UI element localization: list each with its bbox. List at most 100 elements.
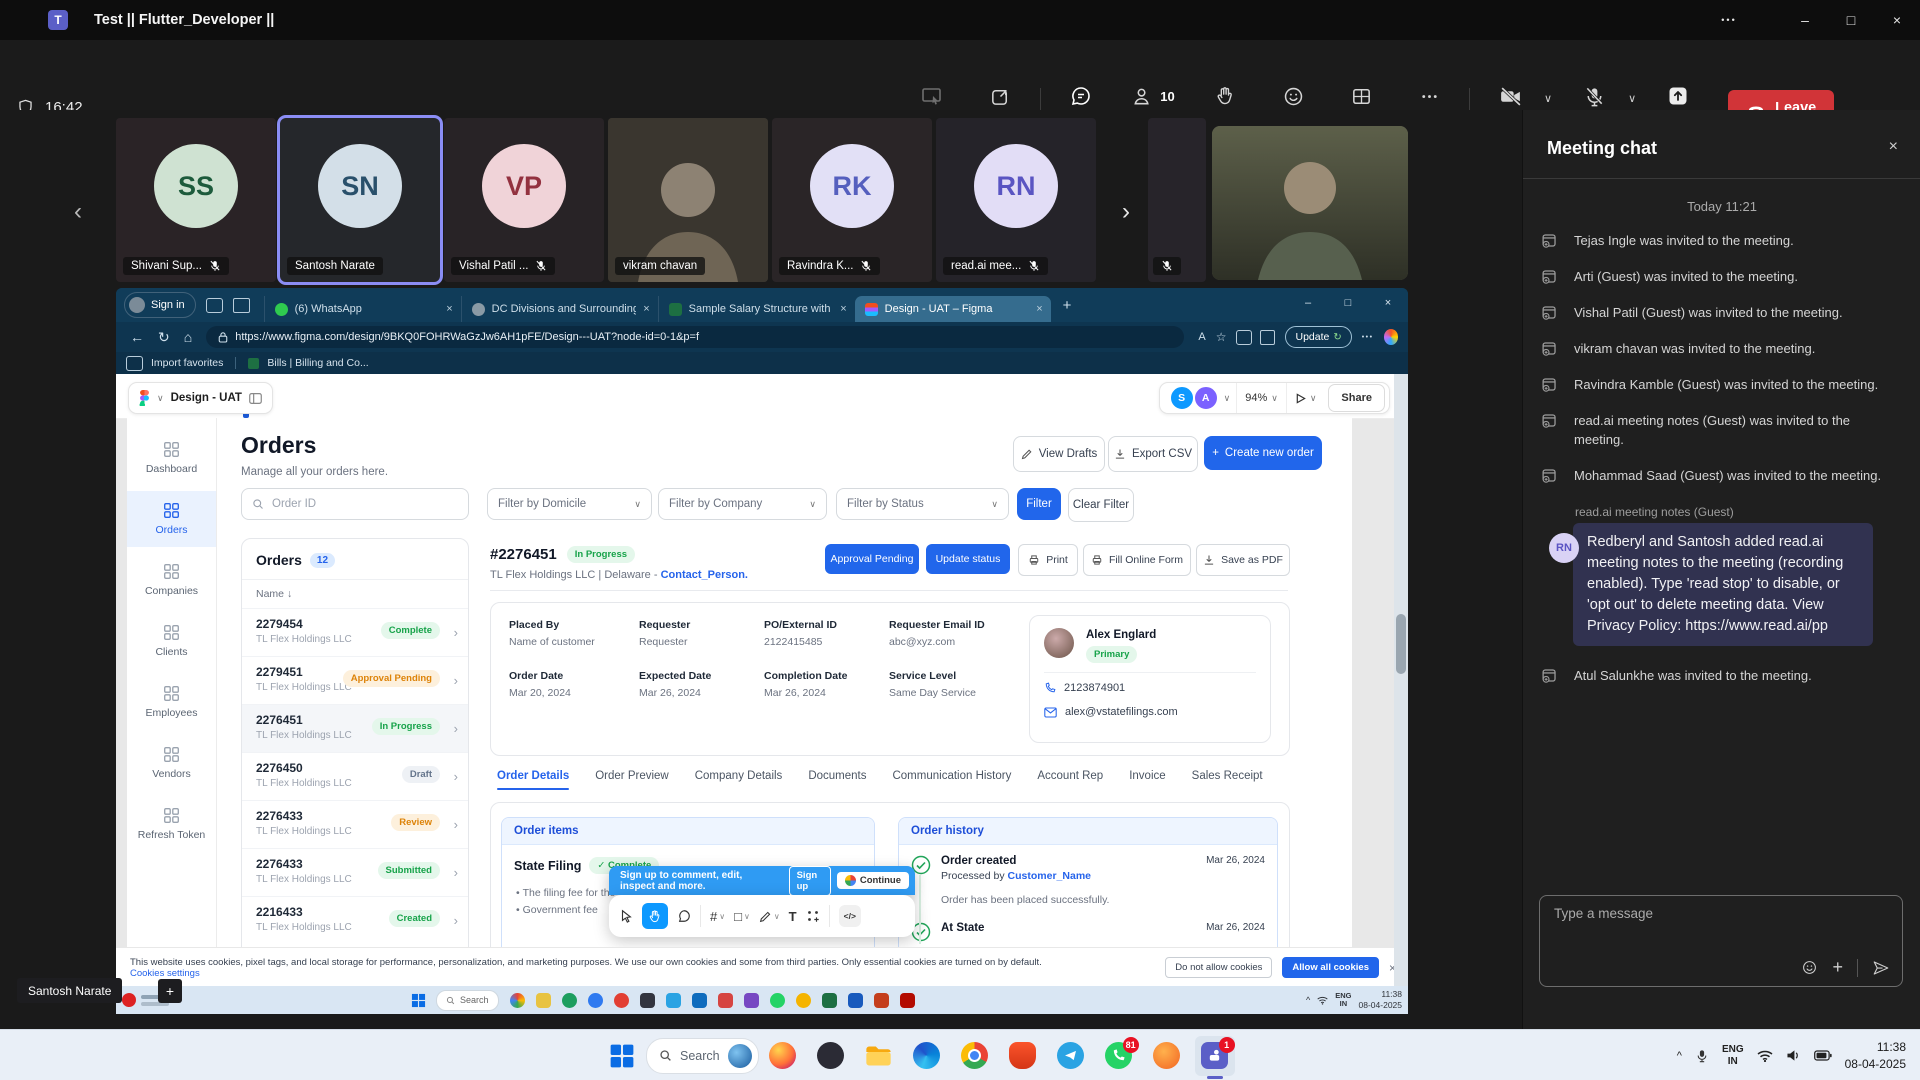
refresh-icon[interactable]: ↻ (158, 329, 170, 346)
home-icon[interactable]: ⌂ (184, 329, 192, 345)
file-explorer-icon[interactable] (859, 1036, 899, 1076)
pinned-app-icon[interactable] (900, 993, 915, 1008)
sidebar-item[interactable]: Vendors (127, 735, 216, 791)
participant-tile[interactable]: RN read.ai mee... (936, 118, 1096, 282)
pinned-app-icon[interactable] (848, 993, 863, 1008)
tiles-next-chevron[interactable]: › (1122, 198, 1130, 226)
collaborator-avatar[interactable]: S (1170, 386, 1194, 410)
avatars-chevron[interactable]: ∨ (1224, 393, 1231, 404)
read-aloud-icon[interactable]: A (1198, 331, 1205, 343)
dark-app-icon[interactable] (811, 1036, 851, 1076)
whatsapp-icon[interactable]: 81 (1099, 1036, 1139, 1076)
print-button[interactable]: Print (1018, 544, 1078, 576)
tray-chevron-icon[interactable]: ^ (1306, 995, 1310, 1005)
new-tab-button[interactable]: + (1063, 297, 1072, 314)
camera-options-chevron[interactable]: ∨ (1544, 92, 1552, 105)
shape-tool-icon[interactable]: □∨ (734, 909, 750, 924)
pinned-app-icon[interactable] (614, 993, 629, 1008)
browser-tab[interactable]: (6) WhatsApp × (264, 296, 461, 322)
tray-expand-chevron[interactable]: ^ (1677, 1050, 1682, 1062)
sidebar-item[interactable]: Companies (127, 552, 216, 608)
workspaces-icon[interactable] (206, 298, 223, 313)
shared-language-indicator[interactable]: ENGIN (1335, 992, 1351, 1009)
participant-tile[interactable]: SN Santosh Narate (280, 118, 440, 282)
tab-close-icon[interactable]: × (643, 303, 649, 315)
detail-tab[interactable]: Account Rep (1037, 770, 1103, 790)
bookmark-label[interactable]: Bills | Billing and Co... (267, 357, 368, 369)
sidebar-item[interactable]: Dashboard (127, 430, 216, 486)
order-id-search[interactable]: Order ID (241, 488, 469, 520)
order-row[interactable]: 2216433 TL Flex Holdings LLC Created › (242, 896, 468, 944)
maximize-button[interactable]: □ (1828, 0, 1874, 40)
figma-share-button[interactable]: Share (1328, 384, 1385, 412)
browser-update-button[interactable]: Update ↻ (1285, 326, 1351, 348)
pinned-app-icon[interactable] (718, 993, 733, 1008)
browser-close[interactable]: × (1368, 288, 1408, 318)
view-drafts-button[interactable]: View Drafts (1013, 436, 1105, 472)
contact-email[interactable]: alex@vstatefilings.com (1065, 706, 1178, 718)
pinned-app-icon[interactable] (692, 993, 707, 1008)
text-tool-icon[interactable]: T (789, 909, 797, 924)
collaborator-avatar[interactable]: A (1194, 386, 1218, 410)
scrollbar-thumb[interactable] (1396, 614, 1406, 674)
detail-tab[interactable]: Documents (808, 770, 866, 790)
url-field[interactable]: https://www.figma.com/design/9BKQ0FOHRWa… (206, 326, 1184, 348)
participant-tile-overflow[interactable] (1148, 118, 1206, 282)
browser-profile-button[interactable]: Sign in (124, 292, 196, 318)
favorite-star-icon[interactable]: ☆ (1216, 330, 1227, 344)
presenter-add-button[interactable]: + (158, 979, 182, 1003)
pinned-app-icon[interactable] (874, 993, 889, 1008)
copilot-icon[interactable] (1384, 329, 1398, 345)
settings-more-icon[interactable]: ••• (1362, 334, 1374, 341)
participant-tile[interactable]: RK Ravindra K... (772, 118, 932, 282)
contact-phone[interactable]: 2123874901 (1064, 682, 1125, 694)
chat-close-icon[interactable]: × (1889, 138, 1898, 156)
order-row[interactable]: 2276450 TL Flex Holdings LLC Draft › (242, 752, 468, 800)
sidebar-item[interactable]: Employees (127, 674, 216, 730)
order-row[interactable]: 2276433 TL Flex Holdings LLC Submitted › (242, 848, 468, 896)
taskbar-clock[interactable]: 11:38 08-04-2025 (1845, 1039, 1906, 1071)
spotlight-photo-tile[interactable] (1212, 126, 1408, 280)
pinned-app-icon[interactable] (822, 993, 837, 1008)
order-row[interactable]: 2279451 TL Flex Holdings LLC Approval Pe… (242, 656, 468, 704)
browser-minimize[interactable]: – (1288, 288, 1328, 318)
shared-search-box[interactable]: Search (436, 990, 499, 1011)
pinned-app-icon[interactable] (666, 993, 681, 1008)
pinned-app-icon[interactable] (588, 993, 603, 1008)
pinned-app-icon[interactable] (770, 993, 785, 1008)
emoji-icon[interactable] (1801, 959, 1818, 976)
language-indicator[interactable]: ENG IN (1722, 1044, 1744, 1067)
save-as-pdf-button[interactable]: Save as PDF (1196, 544, 1290, 576)
teams-icon[interactable]: 1 (1195, 1036, 1235, 1076)
filter-domicile-select[interactable]: Filter by Domicile∨ (487, 488, 652, 520)
tab-close-icon[interactable]: × (840, 303, 846, 315)
zoom-select[interactable]: 94% ∨ (1236, 383, 1287, 413)
sidebar-item[interactable]: Refresh Token (127, 796, 216, 852)
import-favorites-label[interactable]: Import favorites (151, 357, 223, 369)
pinned-app-icon[interactable] (562, 993, 577, 1008)
pinned-app-icon[interactable] (640, 993, 655, 1008)
order-row[interactable]: 2276451 TL Flex Holdings LLC In Progress… (242, 704, 468, 752)
clear-filter-button[interactable]: Clear Filter (1068, 488, 1134, 522)
figma-doc-pill[interactable]: ∨ Design - UAT (128, 382, 273, 414)
detail-tab[interactable]: Order Details (497, 770, 569, 790)
split-screen-icon[interactable] (1236, 330, 1252, 345)
participant-tile[interactable]: VP Vishal Patil ... (444, 118, 604, 282)
dev-mode-icon[interactable]: </> (839, 905, 861, 927)
cookie-settings-link[interactable]: Cookies settings (130, 968, 200, 979)
present-button[interactable]: ∨ (1287, 383, 1325, 413)
browser-tab[interactable]: DC Divisions and Surroundings × (461, 296, 658, 322)
sidebar-item[interactable]: Orders (127, 491, 216, 547)
sidebar-item[interactable]: Clients (127, 613, 216, 669)
customer-name-link[interactable]: Customer_Name (1008, 870, 1091, 882)
pinned-app-icon[interactable] (744, 993, 759, 1008)
pen-tool-icon[interactable]: ∨ (759, 910, 780, 923)
detail-tab[interactable]: Communication History (892, 770, 1011, 790)
order-row[interactable]: 2276433 TL Flex Holdings LLC Review › (242, 800, 468, 848)
battery-icon[interactable] (1814, 1050, 1832, 1061)
chat-input[interactable]: Type a message + (1539, 895, 1903, 987)
detail-tab[interactable]: Invoice (1129, 770, 1165, 790)
order-row[interactable]: 2279454 TL Flex Holdings LLC Complete › (242, 608, 468, 656)
vertical-tabs-icon[interactable] (233, 298, 250, 313)
wifi-icon[interactable] (1757, 1050, 1773, 1062)
